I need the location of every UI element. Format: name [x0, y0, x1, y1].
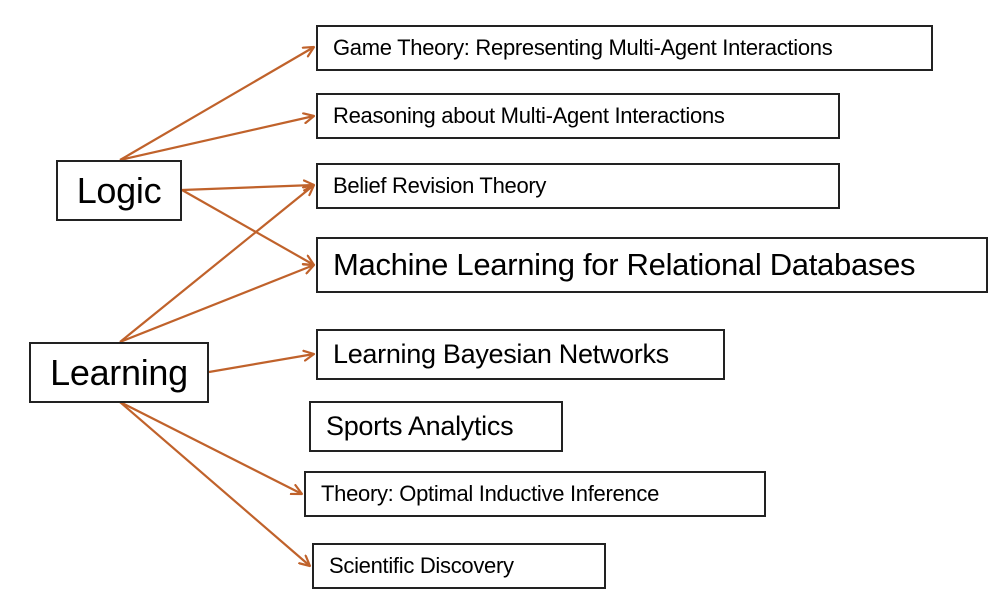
node-learning-bayesian-networks: Learning Bayesian Networks	[316, 329, 725, 380]
node-ml-relational-databases: Machine Learning for Relational Database…	[316, 237, 988, 293]
arrow-logic-to-game	[119, 47, 314, 161]
node-optimal-inductive-inference: Theory: Optimal Inductive Inference	[304, 471, 766, 517]
node-scientific-discovery: Scientific Discovery	[312, 543, 606, 589]
node-game-theory: Game Theory: Representing Multi-Agent In…	[316, 25, 933, 71]
arrow-logic-to-belief	[181, 185, 314, 190]
node-learning: Learning	[29, 342, 209, 403]
node-logic: Logic	[56, 160, 182, 221]
arrow-learning-to-mlrdb	[119, 265, 314, 344]
arrow-logic-to-reason	[119, 116, 314, 162]
node-reasoning-multi-agent: Reasoning about Multi-Agent Interactions	[316, 93, 840, 139]
node-sports-analytics: Sports Analytics	[309, 401, 563, 452]
node-belief-revision: Belief Revision Theory	[316, 163, 840, 209]
arrow-learning-to-lbn	[208, 354, 314, 374]
